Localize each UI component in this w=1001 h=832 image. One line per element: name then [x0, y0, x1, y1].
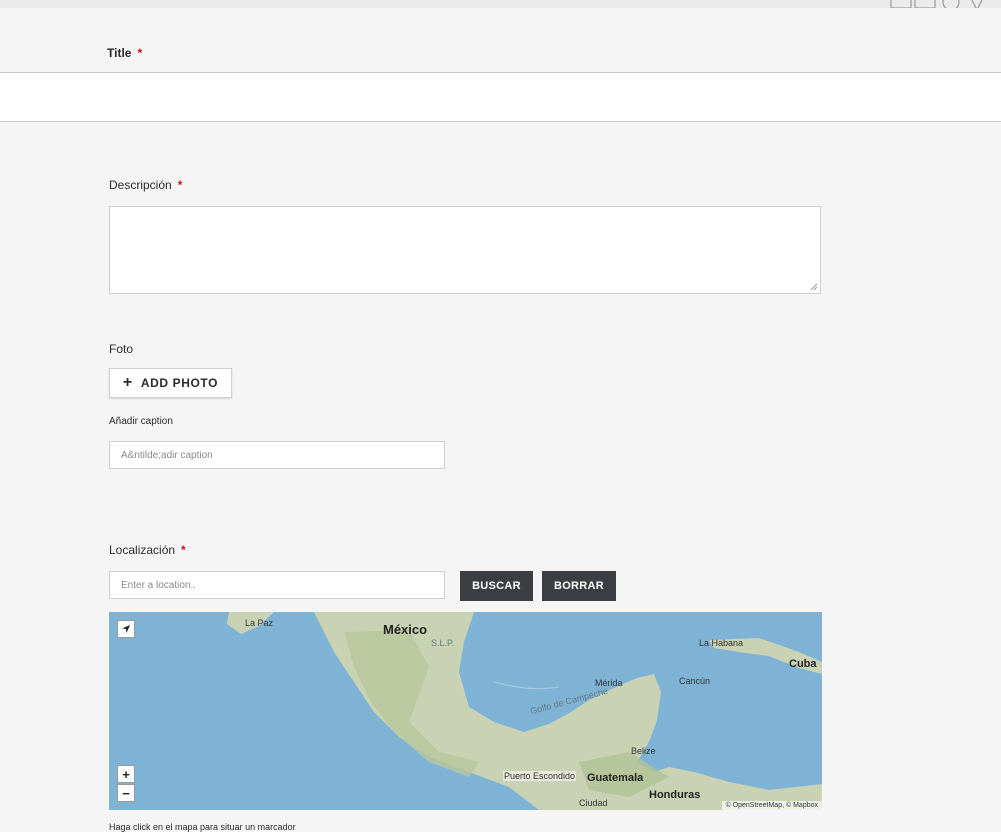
top-bar	[0, 0, 1001, 8]
map-label-honduras: Honduras	[649, 789, 701, 801]
clear-button[interactable]: BORRAR	[542, 571, 616, 601]
location-placeholder: Enter a location..	[121, 579, 197, 591]
title-row: Title *	[0, 8, 1001, 73]
title-label-text: Title	[107, 46, 132, 60]
caption-input[interactable]: A&ntilde;adir caption	[109, 441, 445, 469]
map-label-cuba: Cuba	[789, 658, 817, 670]
add-photo-button[interactable]: + ADD PHOTO	[109, 368, 232, 398]
resize-handle-icon[interactable]	[810, 283, 818, 291]
map-label-ciudad: Ciudad	[579, 798, 608, 808]
location-map[interactable]: México La Paz S.L.P. La Habana Cuba Canc…	[109, 612, 822, 810]
location-label-text: Localización	[109, 543, 176, 557]
description-label: Descripción *	[109, 178, 182, 192]
map-label-slp: S.L.P.	[431, 638, 455, 648]
locate-arrow-icon	[122, 625, 130, 633]
add-photo-label: ADD PHOTO	[140, 376, 219, 390]
required-asterisk: *	[177, 178, 183, 192]
map-label-la-paz: La Paz	[245, 618, 274, 628]
required-asterisk: *	[181, 543, 186, 557]
search-button[interactable]: BUSCAR	[460, 571, 533, 601]
zoom-out-button[interactable]: −	[117, 784, 135, 802]
map-label-la-habana: La Habana	[699, 638, 744, 648]
locate-button[interactable]	[117, 620, 135, 638]
location-label: Localización *	[109, 543, 186, 557]
description-label-text: Descripción	[109, 178, 172, 192]
map-label-belize: Belize	[631, 746, 656, 756]
required-asterisk: *	[137, 46, 143, 60]
map-hint: Haga click en el mapa para situar un mar…	[109, 822, 296, 832]
description-textarea[interactable]	[109, 206, 821, 294]
zoom-in-button[interactable]: +	[117, 765, 135, 783]
plus-icon: +	[122, 374, 133, 391]
title-label: Title *	[107, 46, 142, 60]
map-label-mexico: México	[383, 622, 428, 637]
title-input[interactable]	[0, 73, 1001, 122]
map-label-cancun: Cancún	[679, 676, 711, 686]
location-input[interactable]: Enter a location..	[109, 571, 445, 599]
map-attribution[interactable]: © OpenStreetMap, © Mapbox	[721, 801, 822, 810]
caption-label: Añadir caption	[109, 416, 173, 427]
map-label-guatemala: Guatemala	[587, 772, 644, 784]
photo-label: Foto	[109, 342, 134, 356]
caption-placeholder: A&ntilde;adir caption	[121, 449, 213, 461]
map-label-puerto-escondido: Puerto Escondido	[503, 771, 577, 781]
